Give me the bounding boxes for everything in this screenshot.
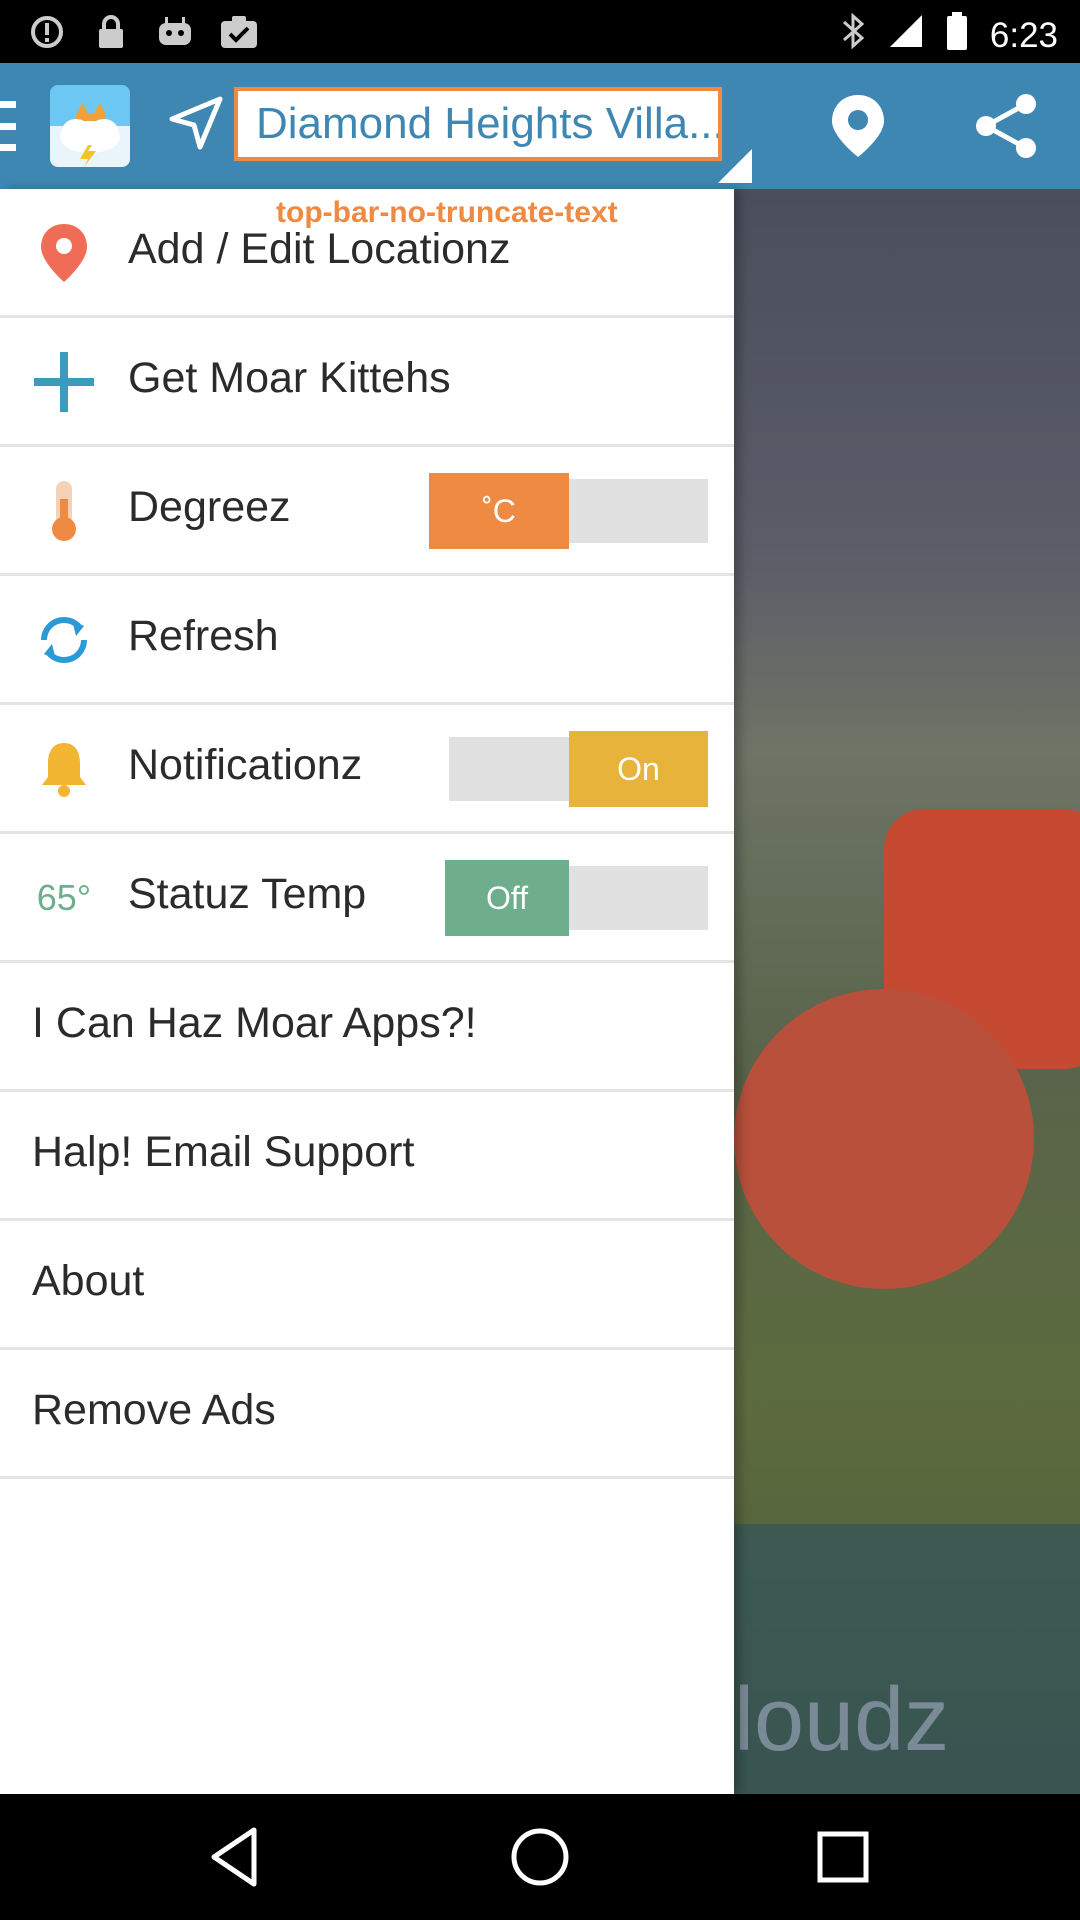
menu-item-label: Degreez xyxy=(128,483,291,531)
navigation-drawer: top-bar-no-truncate-text Add / Edit Loca… xyxy=(0,189,734,1794)
clipboard-check-icon xyxy=(220,14,258,50)
background-photo: loudz xyxy=(734,189,1080,1794)
toggle-on-segment[interactable]: On xyxy=(569,731,708,807)
recents-icon[interactable] xyxy=(810,1824,876,1890)
background-condition-text: loudz xyxy=(734,1670,950,1770)
clock: 6:23 xyxy=(989,15,1058,55)
thermometer-icon xyxy=(28,475,100,547)
tractor-wheel xyxy=(734,989,1034,1289)
lock-icon xyxy=(92,14,130,50)
signal-icon xyxy=(888,13,924,58)
menu-item-label: Get Moar Kittehs xyxy=(128,354,451,402)
menu-item-degreez: Degreez ˚C xyxy=(0,447,734,576)
toggle-celsius-segment[interactable]: ˚C xyxy=(429,473,569,549)
menu-item-label: Halp! Email Support xyxy=(32,1128,415,1176)
menu-item-label: Add / Edit Locationz xyxy=(128,225,511,273)
menu-item-label: I Can Haz Moar Apps?! xyxy=(32,999,477,1047)
status-temp-toggle[interactable]: Off xyxy=(445,860,708,936)
battery-icon xyxy=(946,12,968,59)
menu-item-refresh[interactable]: Refresh xyxy=(0,576,734,705)
toggle-off-segment[interactable] xyxy=(449,737,569,801)
menu-item-label: Refresh xyxy=(128,612,279,660)
bell-icon xyxy=(28,733,100,805)
app-logo xyxy=(50,85,130,167)
menu-item-email-support[interactable]: Halp! Email Support xyxy=(0,1092,734,1221)
home-icon[interactable] xyxy=(507,1824,573,1890)
refresh-icon xyxy=(28,604,100,676)
app-bar: Diamond Heights Villa... xyxy=(0,63,1080,189)
location-pin-button[interactable] xyxy=(830,93,886,159)
location-dropdown-indicator xyxy=(718,149,752,183)
menu-icon[interactable] xyxy=(0,101,16,151)
menu-item-about[interactable]: About xyxy=(0,1221,734,1350)
share-button[interactable] xyxy=(974,93,1038,159)
bluetooth-icon xyxy=(842,12,866,59)
menu-item-moar-apps[interactable]: I Can Haz Moar Apps?! xyxy=(0,963,734,1092)
map-pin-icon xyxy=(28,217,100,289)
toggle-fahrenheit-segment[interactable] xyxy=(569,479,708,543)
temp-status-value: 65° xyxy=(36,877,92,918)
menu-item-get-moar-kittehs[interactable]: Get Moar Kittehs xyxy=(0,318,734,447)
menu-item-statuz-temp: 65° Statuz Temp Off xyxy=(0,834,734,963)
menu-item-label: Remove Ads xyxy=(32,1386,276,1434)
android-icon xyxy=(156,14,194,50)
toggle-off-segment[interactable]: Off xyxy=(445,860,569,936)
notifications-toggle[interactable]: On xyxy=(449,731,708,807)
back-icon[interactable] xyxy=(204,1824,270,1890)
menu-item-label: Notificationz xyxy=(128,741,363,789)
menu-item-label: About xyxy=(32,1257,145,1305)
menu-item-notificationz: Notificationz On xyxy=(0,705,734,834)
degrees-toggle[interactable]: ˚C xyxy=(429,473,708,549)
location-field[interactable]: Diamond Heights Villa... xyxy=(234,87,722,161)
toggle-on-segment[interactable] xyxy=(569,866,708,930)
status-bar: 6:23 xyxy=(0,0,1080,63)
plus-icon xyxy=(28,346,100,418)
temp-status-icon: 65° xyxy=(28,862,100,934)
alert-icon xyxy=(28,14,66,50)
system-nav-bar xyxy=(0,1794,1080,1920)
navigation-arrow-icon[interactable] xyxy=(168,95,224,151)
menu-item-add-edit-locations[interactable]: Add / Edit Locationz xyxy=(0,189,734,318)
menu-item-remove-ads[interactable]: Remove Ads xyxy=(0,1350,734,1479)
menu-item-label: Statuz Temp xyxy=(128,870,367,918)
